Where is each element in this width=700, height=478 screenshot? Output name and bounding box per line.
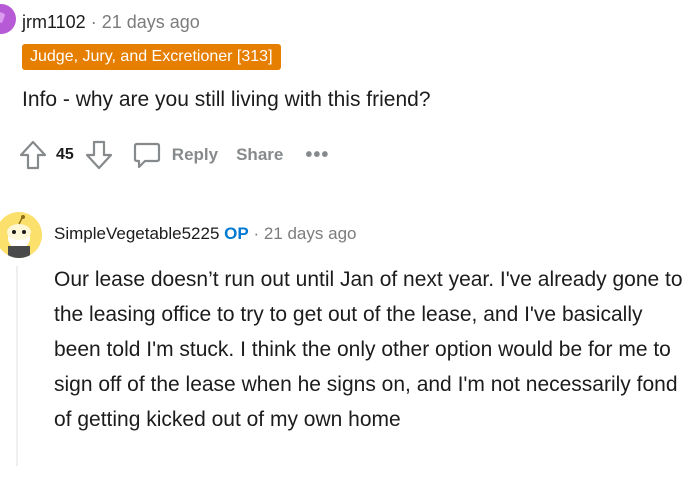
comment-meta: jrm1102 · 21 days ago	[22, 12, 200, 33]
timestamp[interactable]: 21 days ago	[102, 12, 200, 32]
user-flair: Judge, Jury, and Excretioner [313]	[22, 44, 281, 70]
reply-button[interactable]: Reply	[132, 140, 218, 170]
avatar[interactable]	[0, 212, 42, 258]
more-options-button[interactable]: •••	[305, 144, 329, 167]
username[interactable]: SimpleVegetable5225	[54, 224, 219, 243]
username[interactable]: jrm1102	[22, 12, 86, 32]
comment-bubble-icon	[133, 142, 160, 169]
downvote-button[interactable]	[84, 139, 114, 171]
comment-body: Info - why are you still living with thi…	[22, 88, 431, 111]
upvote-icon	[19, 140, 47, 170]
downvote-icon	[85, 140, 112, 170]
timestamp[interactable]: 21 days ago	[264, 224, 357, 243]
comment-actions: 45 Reply Share •••	[18, 138, 329, 172]
op-badge: OP	[224, 224, 249, 243]
comment-meta: SimpleVegetable5225 OP · 21 days ago	[54, 224, 356, 244]
avatar[interactable]	[0, 4, 16, 34]
upvote-button[interactable]	[18, 139, 48, 171]
thread-line[interactable]	[16, 266, 18, 466]
snoo-icon	[7, 215, 31, 258]
reply-label: Reply	[171, 145, 219, 164]
vote-count: 45	[56, 146, 74, 163]
share-button[interactable]: Share	[236, 145, 283, 165]
comment-body: Our lease doesn’t run out until Jan of n…	[54, 268, 683, 431]
separator-dot: ·	[253, 224, 264, 243]
separator-dot: ·	[90, 12, 102, 32]
